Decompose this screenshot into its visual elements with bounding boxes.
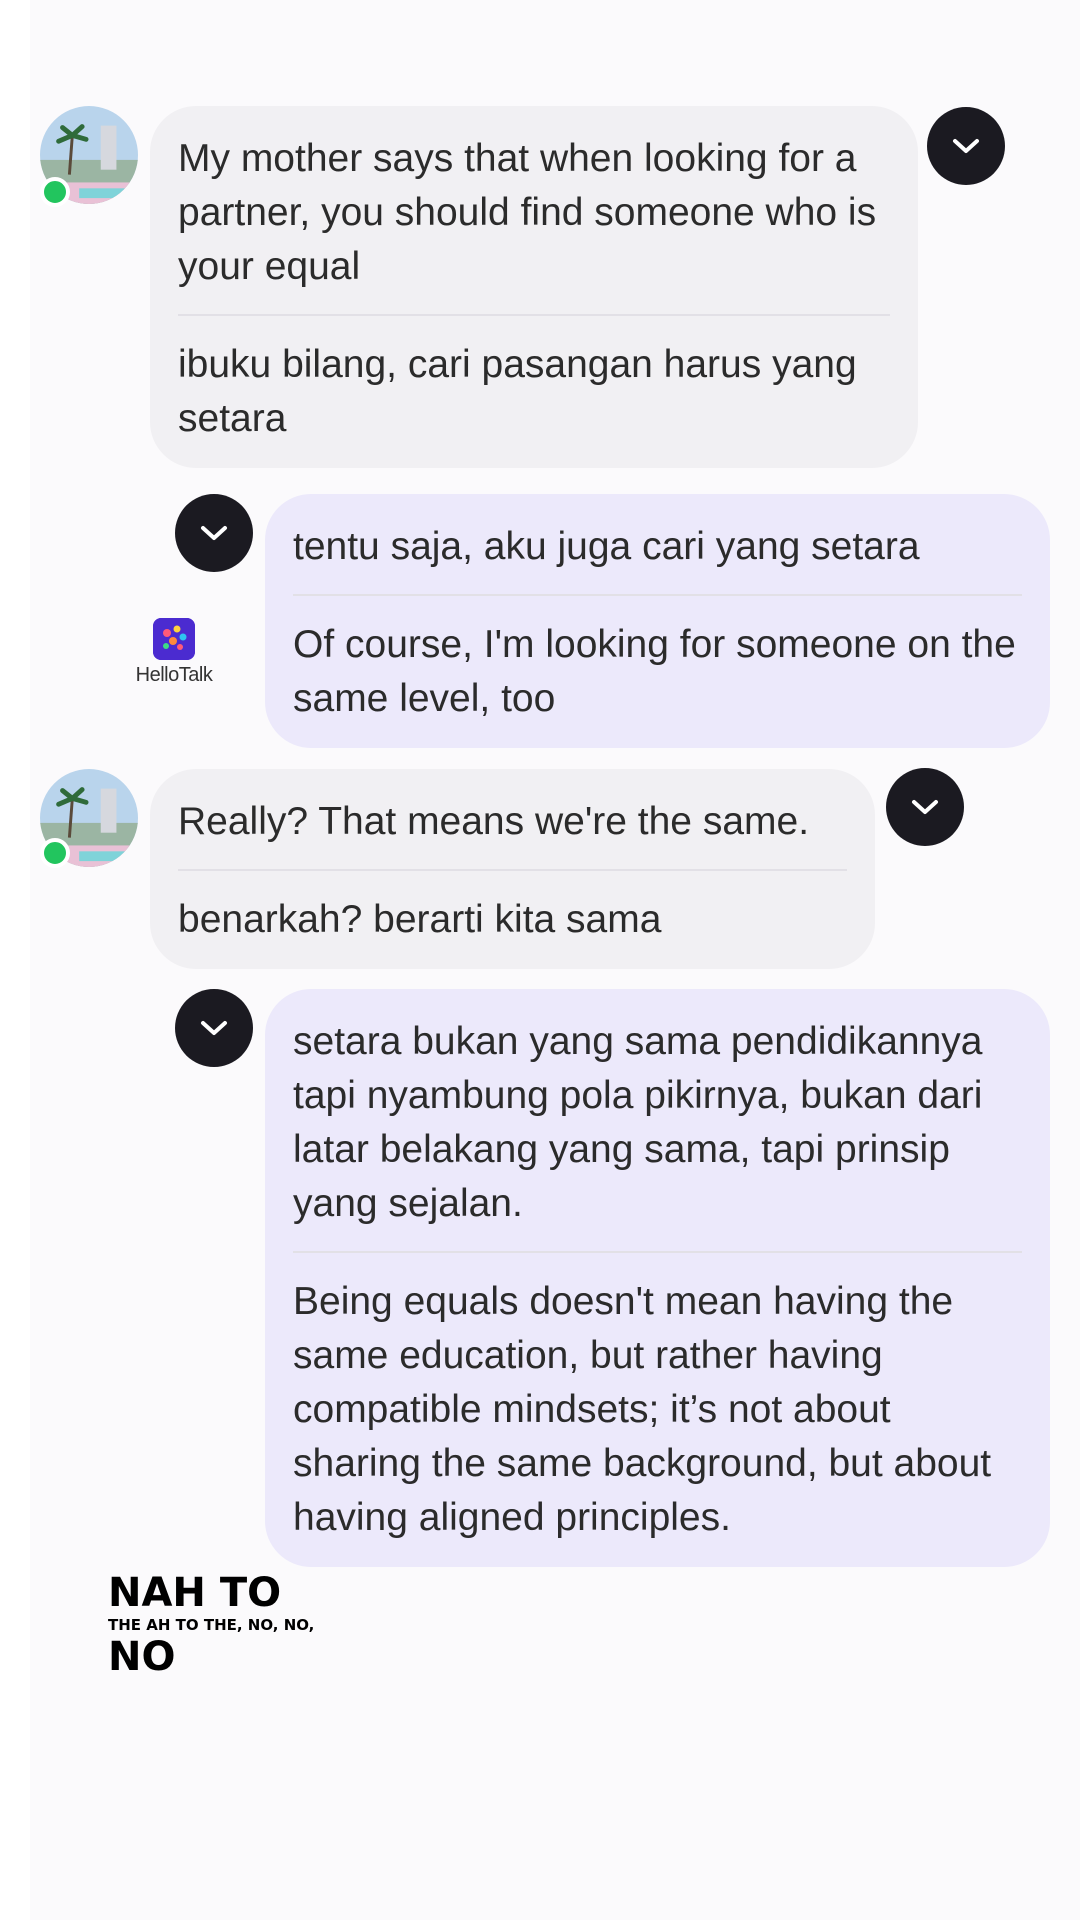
caption-line-3: NO bbox=[108, 1634, 176, 1680]
chevron-down-icon bbox=[953, 139, 979, 153]
message-options-button[interactable] bbox=[886, 768, 964, 846]
message-original-text: Really? That means we're the same. bbox=[178, 800, 810, 843]
hellotalk-logo-icon bbox=[153, 618, 195, 660]
message-options-button[interactable] bbox=[927, 107, 1005, 185]
chevron-down-icon bbox=[201, 1021, 227, 1035]
online-status-dot bbox=[40, 177, 70, 207]
incoming-message-bubble[interactable]: My mother says that when looking for a p… bbox=[150, 106, 918, 468]
message-translation-text: benarkah? berarti kita sama bbox=[178, 898, 662, 941]
online-status-dot bbox=[40, 838, 70, 868]
message-options-button[interactable] bbox=[175, 989, 253, 1067]
message-translation-text: ibuku bilang, cari pasangan harus yang s… bbox=[178, 343, 857, 440]
left-edge-strip bbox=[0, 0, 30, 1920]
message-original-text: tentu saja, aku juga cari yang setara bbox=[293, 525, 920, 568]
caption-line-2: THE AH TO THE, NO, NO, bbox=[108, 1616, 315, 1634]
message-translation-text: Being equals doesn't mean having the sam… bbox=[293, 1280, 992, 1539]
translation-divider bbox=[178, 869, 847, 871]
video-caption: NAH TO THE AH TO THE, NO, NO, NO bbox=[108, 1572, 314, 1678]
translation-divider bbox=[293, 1251, 1022, 1253]
chevron-down-icon bbox=[201, 526, 227, 540]
incoming-message-bubble[interactable]: Really? That means we're the same. benar… bbox=[150, 769, 875, 969]
caption-line-1: NAH TO bbox=[108, 1570, 282, 1616]
message-original-text: setara bukan yang sama pendidikannya tap… bbox=[293, 1020, 983, 1225]
message-translation-text: Of course, I'm looking for someone on th… bbox=[293, 623, 1016, 720]
translation-divider bbox=[293, 594, 1022, 596]
translation-divider bbox=[178, 314, 890, 316]
chevron-down-icon bbox=[912, 800, 938, 814]
message-original-text: My mother says that when looking for a p… bbox=[178, 137, 877, 288]
outgoing-message-bubble[interactable]: tentu saja, aku juga cari yang setara Of… bbox=[265, 494, 1050, 748]
watermark-label: HelloTalk bbox=[135, 664, 213, 686]
message-options-button[interactable] bbox=[175, 494, 253, 572]
hellotalk-watermark: HelloTalk bbox=[128, 618, 220, 687]
outgoing-message-bubble[interactable]: setara bukan yang sama pendidikannya tap… bbox=[265, 989, 1050, 1567]
